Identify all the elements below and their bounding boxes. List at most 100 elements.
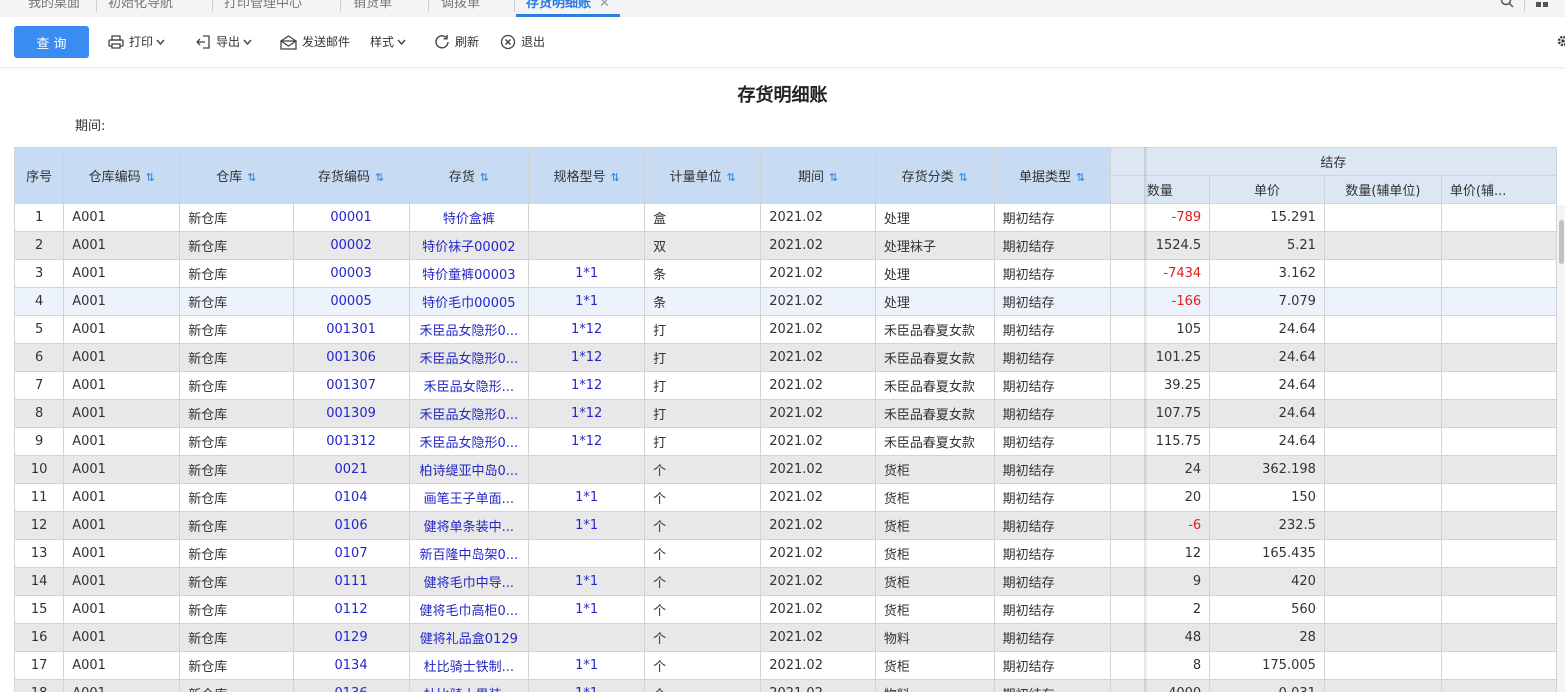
sort-icon[interactable]: ⇅ [959,171,968,184]
table-row[interactable]: 10 A001 新仓库 0021 柏诗缇亚中岛0... 个 2021.02 货柜 期初结存 24 3… [14,455,1557,484]
send-email-button[interactable]: 发送邮件 [280,33,350,51]
table-row[interactable]: 11 A001 新仓库 0104 画笔王子单面... 1*1 个 2021.02 货柜 期初结存 2… [14,483,1557,512]
cell-inv-code[interactable]: 0107 [292,539,410,568]
cell-empty [1323,539,1442,568]
table-row[interactable]: 8 A001 新仓库 001309 禾臣品女隐形0... 1*12 打 2021.02 禾臣品春… [14,399,1557,428]
cell-inv-code[interactable]: 00005 [292,287,410,316]
cell-inv-code[interactable]: 00003 [292,259,410,288]
sort-icon[interactable]: ⇅ [829,171,838,184]
cell-inv-code[interactable]: 00002 [292,231,410,260]
table-row[interactable]: 16 A001 新仓库 0129 健将礼品盒0129 个 2021.02 物料 期初结存 48 28 [14,623,1557,652]
cell-inv-code[interactable]: 00001 [292,203,410,232]
table-row[interactable]: 1 A001 新仓库 00001 特价盒裤 盒 2021.02 处理 期初结存 -789 15.29… [14,203,1557,232]
sort-icon[interactable]: ⇅ [480,171,489,184]
table-row[interactable]: 14 A001 新仓库 0111 健将毛巾中导... 1*1 个 2021.02 货柜 期初结存 9… [14,567,1557,596]
query-button[interactable]: 查 询 [14,26,89,58]
table-row[interactable]: 5 A001 新仓库 001301 禾臣品女隐形0... 1*12 打 2021.02 禾臣品春… [14,315,1557,344]
cell-inventory[interactable]: 特价袜子00002 [408,231,530,260]
sort-icon[interactable]: ⇅ [375,171,384,184]
cell-warehouse: 新仓库 [179,203,294,232]
cell-inv-code[interactable]: 001307 [292,371,410,400]
tab-inventory-ledger[interactable]: 存货明细账 ✕ [516,0,620,17]
table-row[interactable]: 13 A001 新仓库 0107 新百隆中岛架0... 个 2021.02 货柜 期初结存 12 1… [14,539,1557,568]
cell-inv-code[interactable]: 0134 [292,651,410,680]
search-icon[interactable] [1500,0,1514,8]
refresh-button[interactable]: 刷新 [434,33,479,51]
cell-warehouse: 新仓库 [179,455,294,484]
tab-my-desktop[interactable]: 我的桌面 [28,0,80,16]
sort-icon[interactable]: ⇅ [247,171,256,184]
cell-inv-code[interactable]: 001312 [292,427,410,456]
cell-inventory[interactable]: 健将毛巾高柜0... [408,595,530,624]
cell-inv-code[interactable]: 001309 [292,399,410,428]
table-row[interactable]: 18A001新仓库0136杜比骑士男装...1*1个2021.02物料期初结存4… [14,679,1557,692]
cell-wh-code: A001 [63,287,181,316]
cell-warehouse: 新仓库 [179,511,294,540]
sort-icon[interactable]: ⇅ [727,171,736,184]
sort-icon[interactable]: ⇅ [1076,171,1085,184]
ledger-grid: 序号 仓库编码 ⇅ 仓库 ⇅ 存货编码 ⇅ 存货 ⇅ 规格型号 ⇅ 计量单位 ⇅ 期间 ⇅ 存… [14,147,1557,692]
cell-inventory[interactable]: 禾臣品女隐形0... [408,427,530,456]
cell-inventory[interactable]: 禾臣品女隐形0... [408,343,530,372]
table-row[interactable]: 2 A001 新仓库 00002 特价袜子00002 双 2021.02 处理袜子 期初结存 15… [14,231,1557,260]
grid-menu-icon[interactable] [1535,0,1549,8]
cell-inv-code[interactable]: 001301 [292,315,410,344]
sort-icon[interactable]: ⇅ [146,171,155,184]
cell-inventory[interactable]: 禾臣品女隐形... [408,371,530,400]
exit-button[interactable]: 退出 [500,33,545,51]
header-spec[interactable]: 规格型号 ⇅ [528,147,646,204]
cell-inventory[interactable]: 禾臣品女隐形0... [408,399,530,428]
cell-inv-code[interactable]: 0106 [292,511,410,540]
tab-init-nav[interactable]: 初始化导航 [108,0,173,16]
cell-seq: 8 [14,399,65,428]
header-period[interactable]: 期间 ⇅ [760,147,876,204]
close-icon[interactable]: ✕ [599,0,610,11]
tab-print-center[interactable]: 打印管理中心 [224,0,302,16]
cell-inv-code[interactable]: 0112 [292,595,410,624]
vertical-scrollbar[interactable] [1557,205,1565,692]
table-row[interactable]: 15 A001 新仓库 0112 健将毛巾高柜0... 1*1 个 2021.02 货柜 期初结存… [14,595,1557,624]
cell-inventory[interactable]: 特价盒裤 [408,203,530,232]
print-button[interactable]: 打印 [108,33,170,51]
table-row[interactable]: 3 A001 新仓库 00003 特价童裤00003 1*1 条 2021.02 处理 期初结存 -… [14,259,1557,288]
cell-inv-code[interactable]: 0136 [292,679,410,692]
cell-inventory[interactable]: 特价毛巾00005 [408,287,530,316]
table-row[interactable]: 12 A001 新仓库 0106 健将单条装中... 1*1 个 2021.02 货柜 期初结存 -… [14,511,1557,540]
scrollbar-thumb[interactable] [1559,220,1564,264]
header-inv-code[interactable]: 存货编码 ⇅ [292,147,410,204]
cell-inventory[interactable]: 健将毛巾中导... [408,567,530,596]
cell-inventory[interactable]: 杜比骑士男装... [408,679,530,692]
sort-icon[interactable]: ⇅ [611,171,620,184]
table-row[interactable]: 4 A001 新仓库 00005 特价毛巾00005 1*1 条 2021.02 处理 期初结存 -… [14,287,1557,316]
header-warehouse[interactable]: 仓库 ⇅ [179,147,294,204]
cell-wh-code: A001 [63,231,181,260]
table-row[interactable]: 6 A001 新仓库 001306 禾臣品女隐形0... 1*12 打 2021.02 禾臣品春… [14,343,1557,372]
cell-inv-code[interactable]: 0129 [292,623,410,652]
header-unit[interactable]: 计量单位 ⇅ [644,147,762,204]
cell-inventory[interactable]: 新百隆中岛架0... [408,539,530,568]
cell-inventory[interactable]: 健将礼品盒0129 [408,623,530,652]
cell-inv-code[interactable]: 0104 [292,483,410,512]
cell-inventory[interactable]: 健将单条装中... [408,511,530,540]
export-button[interactable]: 导出 [195,33,257,51]
cell-inv-code[interactable]: 0021 [292,455,410,484]
cell-inv-code[interactable]: 0111 [292,567,410,596]
table-row[interactable]: 17 A001 新仓库 0134 杜比骑士铁制... 1*1 个 2021.02 货柜 期初结存 8… [14,651,1557,680]
tab-transfer-order[interactable]: 调拨单 [441,0,480,16]
cell-inv-code[interactable]: 001306 [292,343,410,372]
table-row[interactable]: 7 A001 新仓库 001307 禾臣品女隐形... 1*12 打 2021.02 禾臣品春夏… [14,371,1557,400]
tab-sales-order[interactable]: 销货单 [353,0,392,16]
cell-inventory[interactable]: 画笔王子单面... [408,483,530,512]
cell-unit: 条 [644,287,762,316]
table-row[interactable]: 9 A001 新仓库 001312 禾臣品女隐形0... 1*12 打 2021.02 禾臣品春… [14,427,1557,456]
header-inventory[interactable]: 存货 ⇅ [408,147,530,204]
cell-inventory[interactable]: 柏诗缇亚中岛0... [408,455,530,484]
header-doc-type[interactable]: 单据类型 ⇅ [993,147,1111,204]
header-category[interactable]: 存货分类 ⇅ [874,147,995,204]
cell-inventory[interactable]: 特价童裤00003 [408,259,530,288]
cell-inventory[interactable]: 杜比骑士铁制... [408,651,530,680]
gear-icon[interactable] [1556,34,1565,48]
style-dropdown[interactable]: 样式 [370,33,411,51]
header-wh-code[interactable]: 仓库编码 ⇅ [63,147,181,204]
cell-inventory[interactable]: 禾臣品女隐形0... [408,315,530,344]
